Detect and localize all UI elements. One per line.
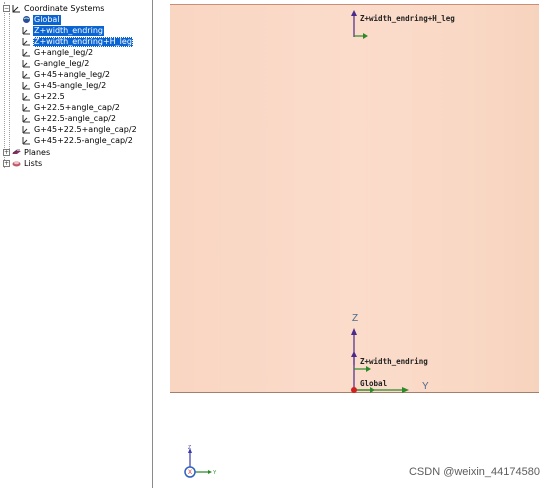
tree-item-label: Coordinate Systems — [24, 3, 105, 13]
expand-toggle[interactable]: + — [3, 149, 10, 156]
cs-label-global: Global — [360, 379, 388, 388]
axis-triad-icon — [22, 59, 31, 68]
axis-triad-icon — [22, 48, 31, 57]
tree-connector-root — [4, 2, 5, 168]
coordinate-systems-icon — [12, 4, 21, 13]
tree-item-label: G+45-angle_leg/2 — [34, 80, 107, 90]
axis-triad-icon — [22, 26, 31, 35]
axis-triad-icon — [22, 37, 31, 46]
axis-triad-icon — [22, 114, 31, 123]
tree-item-label: Lists — [24, 158, 43, 168]
collapse-toggle[interactable]: − — [3, 5, 10, 12]
planes-icon — [12, 148, 21, 157]
tree-item-label: G+angle_leg/2 — [34, 47, 94, 57]
tree-item-cs[interactable]: G+22.5-angle_cap/2 — [22, 113, 117, 124]
tree-item-cs[interactable]: G+22.5 — [22, 91, 66, 102]
axis-triad-icon — [22, 70, 31, 79]
tree-item-global[interactable]: Global — [22, 14, 61, 25]
axis-triad-icon — [22, 136, 31, 145]
axis-label-y: Y — [422, 381, 429, 392]
axis-triad-icon — [22, 103, 31, 112]
axis-triad-icon — [22, 125, 31, 134]
tree-item-cs[interactable]: G+22.5+angle_cap/2 — [22, 102, 121, 113]
tree-item-label: Planes — [24, 147, 51, 157]
triad-label-z: Z — [188, 445, 191, 451]
cs-label-top: Z+width_endring+H_leg — [360, 14, 455, 23]
tree-item-z-width-endring[interactable]: Z+width_endring — [22, 25, 104, 36]
axis-triad-icon — [22, 92, 31, 101]
tree-item-cs[interactable]: G+45+22.5-angle_cap/2 — [22, 135, 134, 146]
watermark: CSDN @weixin_44174580 — [408, 466, 540, 478]
orientation-triad: Z Y X — [184, 445, 217, 478]
globe-icon — [22, 15, 31, 24]
tree-item-label: Global — [33, 14, 61, 25]
axis-triad-icon — [22, 81, 31, 90]
tree-item-label: G+22.5-angle_cap/2 — [34, 113, 116, 123]
tree-item-label: G+45+22.5-angle_cap/2 — [34, 135, 133, 145]
tree-item-cs[interactable]: G-angle_leg/2 — [22, 58, 90, 69]
tree-item-cs[interactable]: G+angle_leg/2 — [22, 47, 94, 58]
triad-label-x: X — [188, 470, 192, 476]
tree-item-cs[interactable]: G+45+22.5+angle_cap/2 — [22, 124, 138, 135]
graphics-viewport[interactable]: Z+width_endring+H_leg Z Z+width_endring … — [153, 0, 554, 488]
tree-item-z-width-endring-h-leg[interactable]: Z+width_endring+H_leg — [22, 36, 133, 47]
tree-item-label: G+45+angle_leg/2 — [34, 69, 110, 79]
tree-item-label: Z+width_endring — [33, 25, 104, 36]
tree-item-label: G-angle_leg/2 — [34, 58, 90, 68]
triad-label-y: Y — [213, 470, 217, 476]
cs-label-mid: Z+width_endring — [360, 357, 428, 366]
tree-item-coordinate-systems[interactable]: − Coordinate Systems — [3, 3, 105, 14]
tree-item-label: Z+width_endring+H_leg — [33, 36, 133, 47]
tree-item-label: G+22.5+angle_cap/2 — [34, 102, 120, 112]
tree-item-lists[interactable]: + Lists — [3, 158, 43, 169]
tree-item-label: G+22.5 — [34, 91, 65, 101]
tree-item-cs[interactable]: G+45-angle_leg/2 — [22, 80, 107, 91]
tree-item-label: G+45+22.5+angle_cap/2 — [34, 124, 137, 134]
lists-icon — [12, 159, 21, 168]
tree-item-cs[interactable]: G+45+angle_leg/2 — [22, 69, 111, 80]
expand-toggle[interactable]: + — [3, 160, 10, 167]
tree-item-planes[interactable]: + Planes — [3, 147, 51, 158]
axis-label-z: Z — [352, 313, 359, 324]
tree-connector — [9, 13, 10, 153]
tree-panel: − Coordinate Systems Global Z+width_endr… — [0, 0, 153, 488]
